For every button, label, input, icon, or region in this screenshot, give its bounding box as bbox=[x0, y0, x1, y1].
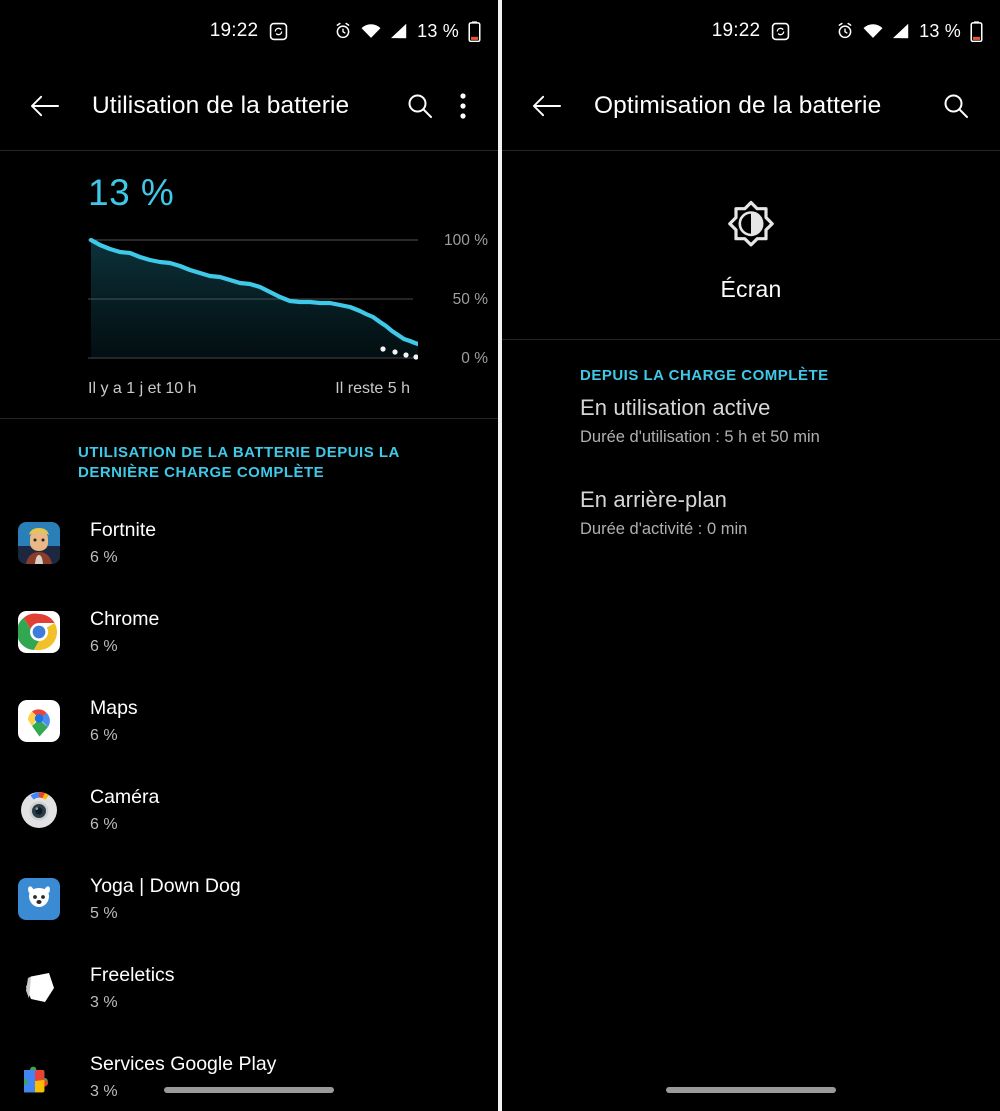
y-tick-50: 50 % bbox=[452, 290, 488, 308]
app-percent: 6 % bbox=[90, 637, 118, 655]
battery-percent-text: 13 % bbox=[417, 20, 459, 41]
status-bar-clock: 19:22 bbox=[209, 20, 259, 41]
camera-icon bbox=[18, 789, 60, 831]
list-item-text: Caméra 6 % bbox=[90, 785, 159, 833]
chart-y-axis-labels: 100 % 50 % 0 % bbox=[430, 232, 488, 367]
app-name: Caméra bbox=[90, 786, 160, 809]
list-item-text: Services Google Play 3 % bbox=[90, 1052, 276, 1100]
list-item-text: Freeletics 3 % bbox=[90, 963, 175, 1011]
stat-background-usage: En arrière-plan Durée d'activité : 0 min bbox=[502, 487, 1000, 539]
chrome-icon bbox=[18, 610, 60, 653]
list-item[interactable]: Freeletics 3 % bbox=[0, 943, 498, 1032]
app-name: Maps bbox=[90, 697, 138, 720]
home-indicator[interactable] bbox=[164, 1087, 334, 1093]
battery-low-icon bbox=[970, 20, 983, 42]
app-percent: 3 % bbox=[90, 993, 118, 1011]
wifi-icon bbox=[361, 24, 381, 38]
stat-spacer bbox=[502, 447, 1000, 487]
stat-foreground-usage: En utilisation active Durée d'utilisatio… bbox=[502, 395, 1000, 447]
list-item[interactable]: Fortnite 6 % bbox=[0, 498, 498, 587]
list-item-text: Fortnite 6 % bbox=[90, 518, 156, 566]
page-title: Optimisation de la batterie bbox=[594, 92, 882, 119]
screenshot-icon bbox=[772, 22, 790, 40]
app-name: Yoga | Down Dog bbox=[90, 875, 241, 898]
stat-title: En utilisation active bbox=[580, 394, 771, 420]
alarm-icon bbox=[838, 22, 852, 39]
app-bar-right: Optimisation de la batterie bbox=[502, 62, 1000, 150]
cellular-signal-icon bbox=[391, 23, 407, 39]
wifi-icon bbox=[863, 24, 883, 38]
app-name: Services Google Play bbox=[90, 1053, 277, 1076]
status-bar-right-group: 13 % bbox=[836, 0, 983, 62]
app-percent: 6 % bbox=[90, 815, 118, 833]
app-percent: 6 % bbox=[90, 548, 118, 566]
battery-graph-card: 13 % 100 % 50 % 0 % Il y a 1 j et 10 h I… bbox=[0, 151, 498, 418]
chart-time-since: Il y a 1 j et 10 h bbox=[88, 379, 197, 397]
alarm-icon bbox=[336, 22, 350, 39]
search-icon[interactable] bbox=[930, 80, 982, 132]
stat-subtitle: Durée d'utilisation : 5 h et 50 min bbox=[580, 427, 820, 446]
section-header-battery-usage: UTILISATION DE LA BATTERIE DEPUIS LA DER… bbox=[78, 443, 400, 482]
page-title: Utilisation de la batterie bbox=[92, 92, 350, 119]
app-percent: 6 % bbox=[90, 726, 118, 744]
app-name: Chrome bbox=[90, 608, 160, 631]
list-item-text: Yoga | Down Dog 5 % bbox=[90, 874, 241, 922]
freeletics-icon bbox=[18, 967, 60, 1009]
status-bar-right: 19:22 13 % bbox=[502, 0, 1000, 62]
list-item-text: Maps 6 % bbox=[90, 696, 138, 744]
app-percent: 5 % bbox=[90, 904, 118, 922]
section-header-since-full-charge: DEPUIS LA CHARGE COMPLÈTE bbox=[580, 367, 829, 384]
battery-chart-svg bbox=[88, 237, 418, 360]
left-phone-screen: 19:22 13 % Utilisation de la batterie 13… bbox=[0, 0, 498, 1111]
battery-history-chart: 100 % 50 % 0 % bbox=[0, 232, 498, 367]
app-name: Fortnite bbox=[90, 519, 157, 542]
status-bar-right-group: 13 % bbox=[334, 0, 481, 62]
list-item[interactable]: Chrome 6 % bbox=[0, 587, 498, 676]
list-item[interactable]: Yoga | Down Dog 5 % bbox=[0, 854, 498, 943]
down-dog-icon bbox=[18, 877, 60, 920]
back-arrow-icon[interactable] bbox=[18, 80, 70, 132]
list-item[interactable]: Services Google Play 3 % bbox=[0, 1032, 498, 1111]
stat-subtitle: Durée d'activité : 0 min bbox=[580, 519, 748, 538]
app-hero-label: Écran bbox=[720, 276, 782, 302]
list-item[interactable]: Caméra 6 % bbox=[0, 765, 498, 854]
battery-level-headline: 13 % bbox=[88, 172, 175, 213]
chart-x-axis-labels: Il y a 1 j et 10 h Il reste 5 h bbox=[88, 380, 410, 398]
status-bar-clock: 19:22 bbox=[711, 20, 761, 41]
screenshot-icon bbox=[270, 22, 288, 40]
battery-percent-text: 13 % bbox=[919, 20, 961, 41]
app-name: Freeletics bbox=[90, 964, 175, 987]
app-bar-left: Utilisation de la batterie bbox=[0, 62, 498, 150]
y-tick-100: 100 % bbox=[444, 231, 488, 249]
dual-screenshot-container: 19:22 13 % Utilisation de la batterie 13… bbox=[0, 0, 1000, 1111]
list-item-text: Chrome 6 % bbox=[90, 607, 159, 655]
cellular-signal-icon bbox=[893, 23, 909, 39]
fortnite-icon bbox=[18, 521, 60, 564]
home-indicator[interactable] bbox=[666, 1087, 836, 1093]
app-hero-section: Écran bbox=[502, 151, 1000, 339]
status-bar-left: 19:22 13 % bbox=[0, 0, 498, 62]
list-item[interactable]: Maps 6 % bbox=[0, 676, 498, 765]
search-icon[interactable] bbox=[394, 80, 446, 132]
maps-icon bbox=[18, 699, 60, 742]
google-play-services-icon bbox=[18, 1056, 60, 1098]
more-vertical-icon[interactable] bbox=[446, 80, 480, 132]
right-phone-screen: 19:22 13 % Optimisation de la batterie É… bbox=[502, 0, 1000, 1111]
battery-low-icon bbox=[468, 20, 481, 42]
brightness-screen-icon bbox=[502, 195, 1000, 253]
y-tick-0: 0 % bbox=[461, 349, 488, 367]
chart-time-remaining: Il reste 5 h bbox=[335, 379, 410, 397]
stat-title: En arrière-plan bbox=[580, 486, 728, 512]
back-arrow-icon[interactable] bbox=[520, 80, 572, 132]
